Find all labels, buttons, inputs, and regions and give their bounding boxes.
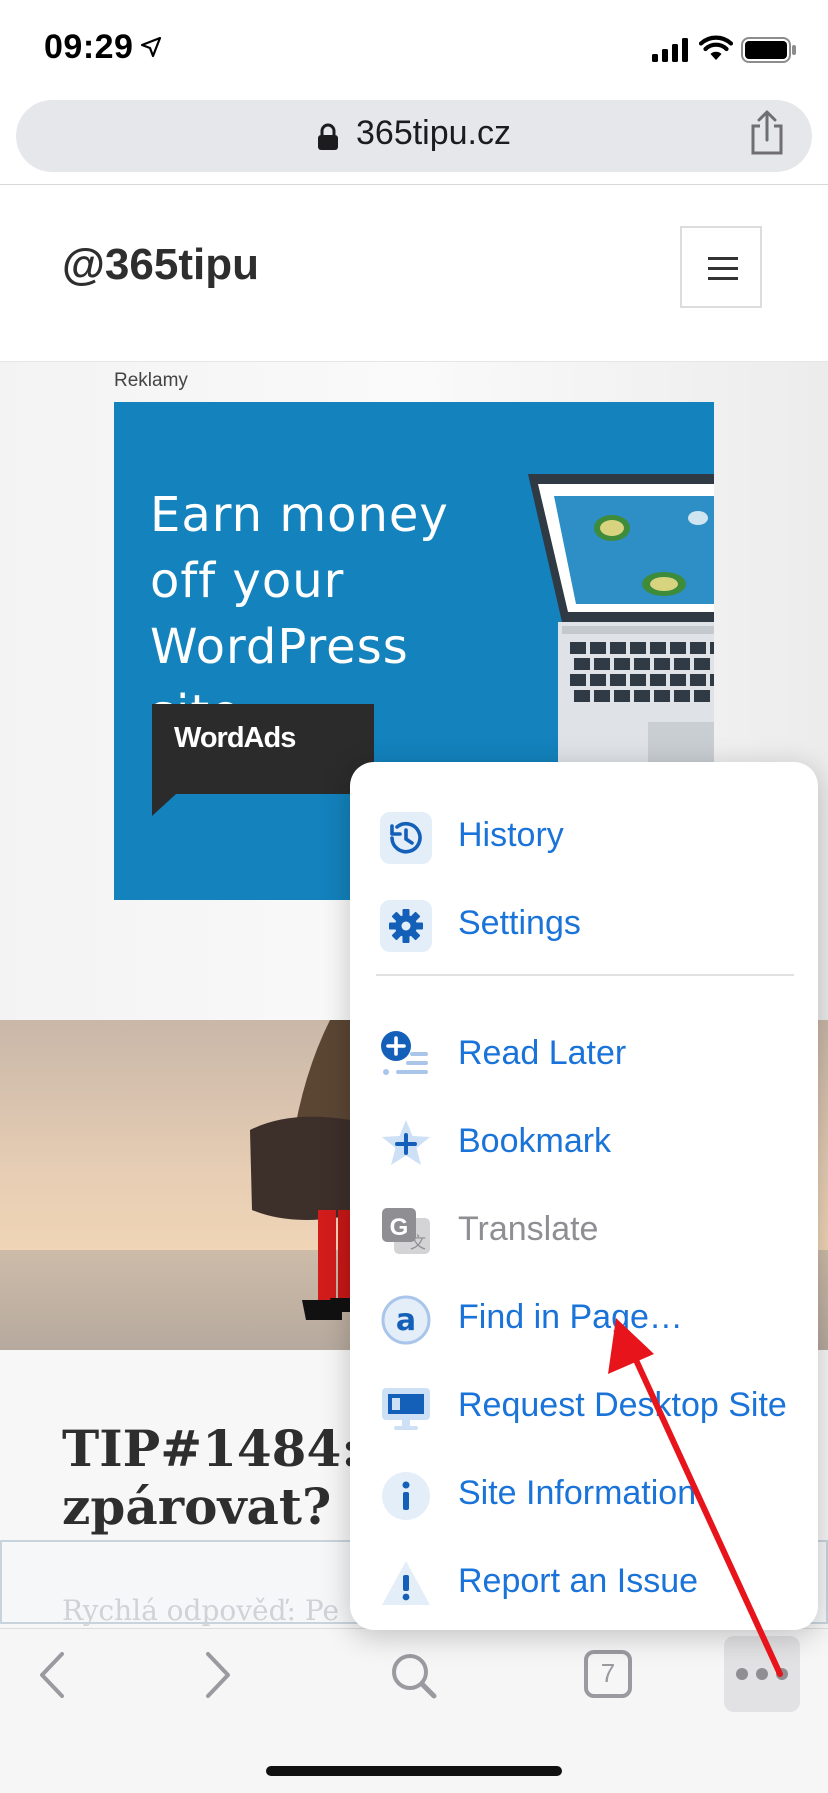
warning-icon [380,1558,432,1610]
gear-icon [380,900,432,952]
site-title[interactable]: @365tipu [62,240,259,290]
menu-item-site-information[interactable]: Site Information [350,1452,818,1540]
translate-icon: G 文 [380,1206,432,1258]
more-button[interactable] [724,1636,800,1712]
wordads-label: WordAds [174,722,296,754]
location-arrow-icon [140,36,162,63]
address-url[interactable]: 365tipu.cz [356,114,511,153]
info-icon [380,1470,432,1522]
desktop-icon [380,1382,432,1434]
menu-item-label: Read Later [458,1034,627,1072]
ads-label: Reklamy [114,370,188,391]
menu-item-label: Bookmark [458,1122,612,1160]
search-icon [392,1654,437,1699]
menu-item-history[interactable]: History [350,794,818,882]
share-icon[interactable] [748,110,786,161]
tabs-button[interactable]: 7 [560,1640,656,1710]
back-icon [40,1652,64,1698]
menu-item-report-an-issue[interactable]: Report an Issue [350,1540,818,1628]
svg-text:a: a [396,1303,416,1338]
wifi-icon [698,34,734,67]
menu-item-bookmark[interactable]: Bookmark [350,1100,818,1188]
forward-button[interactable] [170,1640,266,1710]
menu-item-label: Report an Issue [458,1562,699,1600]
wordads-badge-tail [152,794,176,816]
tab-count: 7 [600,1658,616,1688]
menu-item-label: Site Information [458,1474,697,1512]
menu-divider [376,974,794,976]
hamburger-menu-button[interactable] [680,226,762,308]
menu-item-label: Find in Page… [458,1298,683,1336]
bookmark-star-icon [380,1118,432,1170]
menu-item-find-in-page[interactable]: a Find in Page… [350,1276,818,1364]
menu-item-label: Request Desktop Site [458,1386,787,1424]
read-later-icon [380,1030,432,1082]
menu-item-request-desktop-site[interactable]: Request Desktop Site [350,1364,818,1452]
menu-item-read-later[interactable]: Read Later [350,1012,818,1100]
article-title[interactable]: TIP#1484: S zpárovat? [62,1419,414,1536]
menu-item-label: History [458,816,564,854]
more-icon [736,1668,788,1680]
svg-text:G: G [390,1214,409,1241]
lock-icon [316,123,340,156]
wordads-badge: WordAds [152,704,374,794]
svg-text:文: 文 [410,1234,426,1252]
back-button[interactable] [4,1640,100,1710]
article-title-line-1: TIP#1484: S [62,1419,414,1478]
battery-icon [741,37,797,68]
article-excerpt: Rychlá odpověď: Pe [62,1594,340,1627]
menu-item-label: Settings [458,904,581,942]
find-in-page-icon: a [380,1294,432,1346]
overflow-menu: History Settings Read Later Bookmark G 文… [350,762,818,1630]
menu-item-settings[interactable]: Settings [350,882,818,970]
menu-item-label: Translate [458,1210,599,1248]
status-time: 09:29 [44,28,134,66]
search-button[interactable] [366,1640,462,1710]
article-title-line-2: zpárovat? [62,1477,332,1536]
cellular-signal-icon [652,38,690,67]
menu-item-translate: G 文 Translate [350,1188,818,1276]
home-indicator [266,1766,562,1776]
history-icon [380,812,432,864]
forward-icon [206,1652,230,1698]
